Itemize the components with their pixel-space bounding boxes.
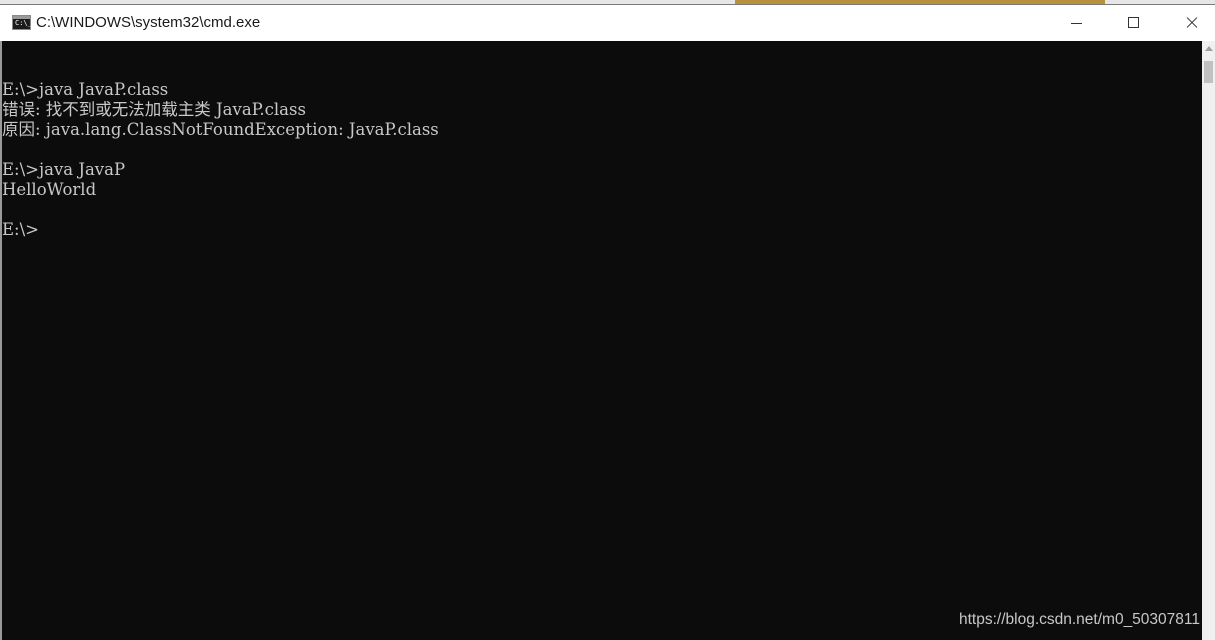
console-prompt: E:\> bbox=[2, 220, 39, 239]
close-button[interactable] bbox=[1163, 5, 1215, 41]
window-title: C:\WINDOWS\system32\cmd.exe bbox=[36, 14, 261, 31]
console-line: HelloWorld bbox=[2, 180, 97, 199]
watermark-text: https://blog.csdn.net/m0_50307811 bbox=[959, 611, 1200, 628]
console-line: E:\>java JavaP.class bbox=[2, 80, 169, 99]
console-lines: E:\>java JavaP.class 错误: 找不到或无法加载主类 Java… bbox=[2, 60, 439, 240]
console-line: 错误: 找不到或无法加载主类 JavaP.class bbox=[2, 100, 306, 119]
cmd-icon-label: C:\_ bbox=[15, 19, 32, 27]
title-bar[interactable]: C:\_ C:\WINDOWS\system32\cmd.exe bbox=[0, 4, 1215, 41]
scroll-up-icon[interactable] bbox=[1205, 46, 1213, 51]
maximize-button[interactable] bbox=[1106, 5, 1164, 41]
console-line: 原因: java.lang.ClassNotFoundException: Ja… bbox=[2, 120, 439, 139]
minimize-button[interactable] bbox=[1048, 5, 1106, 41]
console-line: E:\>java JavaP bbox=[2, 160, 126, 179]
cmd-console-icon[interactable]: C:\_ bbox=[12, 15, 32, 30]
scroll-thumb[interactable] bbox=[1204, 61, 1213, 83]
cmd-window: C:\_ C:\WINDOWS\system32\cmd.exe E:\>jav… bbox=[0, 0, 1215, 640]
minimize-icon bbox=[1071, 23, 1082, 24]
vertical-scrollbar[interactable] bbox=[1202, 41, 1215, 640]
maximize-icon bbox=[1128, 17, 1139, 28]
console-output[interactable]: E:\>java JavaP.class 错误: 找不到或无法加载主类 Java… bbox=[0, 41, 1202, 640]
